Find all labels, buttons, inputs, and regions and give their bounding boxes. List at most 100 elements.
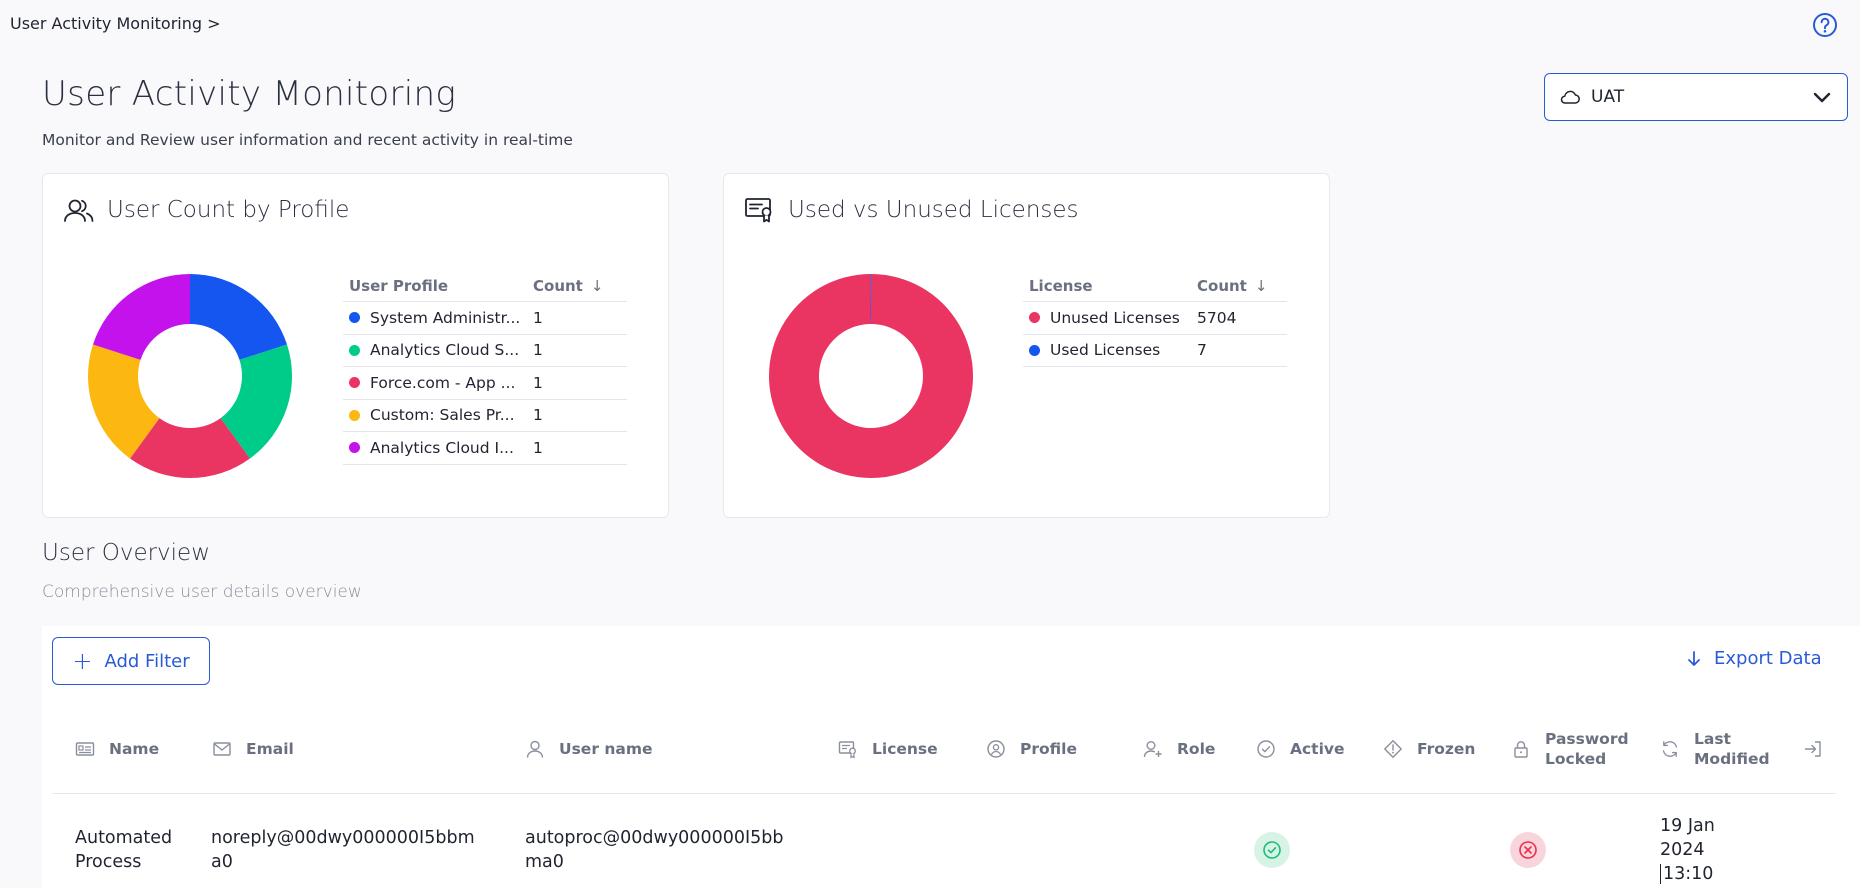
column-header-license[interactable]: License <box>838 726 938 772</box>
user-icon <box>526 740 544 758</box>
legend-label-cell: Custom: Sales Pr... <box>343 406 533 424</box>
legend-row[interactable]: Force.com - App ... 1 <box>343 367 627 400</box>
legend-swatch <box>1029 312 1040 324</box>
legend-label-cell: Used Licenses <box>1023 341 1197 359</box>
used-vs-unused-licenses-card: Used vs Unused Licenses License Count ↓ U… <box>723 173 1330 518</box>
column-header-frozen[interactable]: Frozen <box>1383 726 1475 772</box>
col-count[interactable]: Count ↓ <box>533 277 603 295</box>
breadcrumb[interactable]: User Activity Monitoring > <box>10 14 221 33</box>
sort-desc-icon: ↓ <box>1254 276 1268 295</box>
legend-row[interactable]: Analytics Cloud I... 1 <box>343 432 627 465</box>
legend-count: 1 <box>533 406 543 425</box>
column-label: Last Modified <box>1694 729 1770 769</box>
column-label: Email <box>246 740 294 758</box>
legend-row[interactable]: Used Licenses 7 <box>1023 335 1287 367</box>
cell-username-line-1: autoproc@00dwy000000I5bb <box>525 828 784 848</box>
legend-label-cell: Unused Licenses <box>1023 309 1197 327</box>
legend-count: 5704 <box>1197 308 1237 327</box>
legend-row[interactable]: Custom: Sales Pr... 1 <box>343 400 627 432</box>
column-label-line-2: Modified <box>1694 750 1770 768</box>
column-header-name[interactable]: Name <box>75 726 159 772</box>
legend-swatch <box>349 344 360 356</box>
col-user-profile[interactable]: User Profile <box>343 277 533 295</box>
legend-label: Unused Licenses <box>1050 308 1180 327</box>
refresh-icon <box>1662 741 1678 757</box>
column-header-username[interactable]: User name <box>525 726 653 772</box>
mail-icon <box>213 742 231 756</box>
column-header-role[interactable]: Role <box>1143 726 1215 772</box>
chevron-down-icon <box>1813 92 1831 103</box>
help-icon[interactable] <box>1812 12 1838 38</box>
profile-circle-icon <box>987 740 1005 758</box>
export-data-label: Export Data <box>1714 648 1822 669</box>
cell-email-line-2: a0 <box>211 852 233 872</box>
legend-swatch <box>349 377 360 389</box>
legend-label: Force.com - App ... <box>370 373 516 392</box>
column-label-line-1: Password <box>1545 730 1629 748</box>
column-label-line-2: Locked <box>1545 750 1607 768</box>
user-plus-icon <box>1143 741 1162 758</box>
donut-slice-analytics-cloud-i[interactable] <box>92 274 190 360</box>
cell-name: Automated Process <box>75 826 172 874</box>
legend-label: Analytics Cloud I... <box>370 438 514 457</box>
legend-row[interactable]: System Administr... 1 <box>343 302 627 335</box>
environment-select[interactable]: UAT <box>1544 73 1848 121</box>
table-header: License Count ↓ <box>1023 270 1287 302</box>
column-header-email[interactable]: Email <box>212 726 294 772</box>
arrow-down-icon <box>1688 650 1700 666</box>
profile-legend-table: User Profile Count ↓ System Administr... 1… <box>343 270 627 465</box>
legend-label: Analytics Cloud S... <box>370 341 520 360</box>
legend-label-cell: Analytics Cloud S... <box>343 341 533 359</box>
legend-count: 7 <box>1197 341 1207 360</box>
sign-in-icon[interactable] <box>1803 739 1823 759</box>
column-header-password-locked[interactable]: Password Locked <box>1511 726 1629 772</box>
column-header-profile[interactable]: Profile <box>986 726 1077 772</box>
column-label: Name <box>109 740 160 758</box>
add-filter-label: Add Filter <box>104 650 190 672</box>
user-count-by-profile-card: User Count by Profile User Profile Count… <box>42 173 669 518</box>
legend-label: System Administr... <box>370 308 521 327</box>
cell-name-line-2: Process <box>75 852 142 872</box>
add-filter-button[interactable]: + Add Filter <box>52 637 210 685</box>
active-status <box>1254 832 1290 868</box>
x-circle-icon <box>1519 841 1537 859</box>
license-donut-chart <box>768 274 973 478</box>
license-certificate-icon <box>838 741 856 759</box>
column-header-active[interactable]: Active <box>1256 726 1345 772</box>
legend-count: 1 <box>533 341 543 360</box>
legend-swatch <box>349 312 360 324</box>
legend-label-cell: Force.com - App ... <box>343 374 533 392</box>
cell-modified-line-2: 2024 <box>1660 840 1705 860</box>
column-label: Frozen <box>1417 740 1476 758</box>
cloud-icon <box>1560 90 1580 104</box>
cell-modified-line-3: 13:10 <box>1660 864 1714 884</box>
section-subtitle: Comprehensive user details overview <box>42 582 362 602</box>
license-legend-table: License Count ↓ Unused Licenses 5704 Used L… <box>1023 270 1287 367</box>
donut-slice-system-administr[interactable] <box>190 274 288 360</box>
check-circle-icon <box>1263 841 1281 859</box>
col-count-label: Count <box>1197 276 1247 295</box>
page-subtitle: Monitor and Review user information and … <box>42 131 573 149</box>
id-card-icon <box>75 742 95 756</box>
legend-row[interactable]: Unused Licenses 5704 <box>1023 302 1287 335</box>
column-label: Role <box>1177 740 1216 758</box>
legend-label-cell: Analytics Cloud I... <box>343 439 533 457</box>
legend-swatch <box>349 442 360 454</box>
legend-row[interactable]: Analytics Cloud S... 1 <box>343 335 627 367</box>
cell-email: noreply@00dwy000000I5bbm a0 <box>211 826 475 874</box>
col-count[interactable]: Count ↓ <box>1197 277 1267 295</box>
col-license[interactable]: License <box>1023 277 1197 295</box>
lock-icon <box>1514 741 1528 758</box>
legend-count: 1 <box>533 438 543 457</box>
column-label-line-1: Last <box>1694 730 1731 748</box>
column-label: Password Locked <box>1545 729 1629 769</box>
environment-value: UAT <box>1591 87 1625 107</box>
card-title: User Count by Profile <box>107 197 350 223</box>
password-locked-status <box>1510 832 1546 868</box>
column-label: License <box>872 740 938 758</box>
export-data-button[interactable]: Export Data <box>1686 648 1822 669</box>
sort-desc-icon: ↓ <box>590 276 604 295</box>
column-header-last-modified[interactable]: Last Modified <box>1660 726 1770 772</box>
col-count-label: Count <box>533 276 583 295</box>
legend-label: Custom: Sales Pr... <box>370 406 515 425</box>
